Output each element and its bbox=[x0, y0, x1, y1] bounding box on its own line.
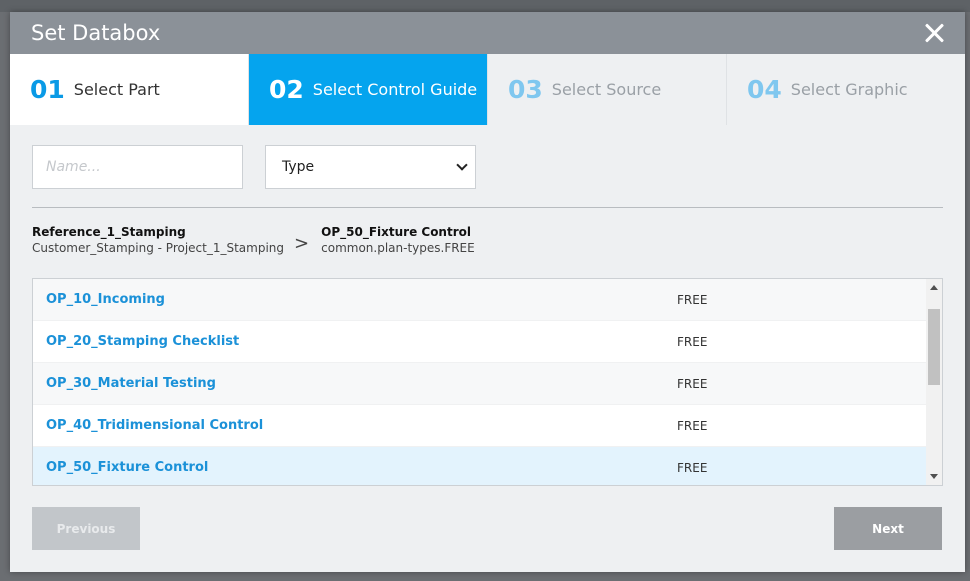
list-item-type: FREE bbox=[677, 334, 708, 349]
step-label: Select Part bbox=[73, 80, 160, 99]
previous-button[interactable]: Previous bbox=[32, 507, 140, 550]
step-number: 01 bbox=[30, 75, 65, 104]
list-item-type: FREE bbox=[677, 460, 708, 475]
step-number: 02 bbox=[269, 75, 304, 104]
divider bbox=[32, 207, 943, 208]
list-item[interactable]: OP_40_Tridimensional Control FREE bbox=[33, 405, 926, 447]
step-label: Select Graphic bbox=[790, 80, 908, 99]
name-search-input[interactable] bbox=[32, 145, 243, 189]
list-item[interactable]: OP_30_Material Testing FREE bbox=[33, 363, 926, 405]
scrollbar-thumb[interactable] bbox=[928, 309, 940, 385]
step-select-graphic[interactable]: 04 Select Graphic bbox=[727, 54, 965, 125]
step-number: 03 bbox=[508, 75, 543, 104]
step-number: 04 bbox=[747, 75, 782, 104]
list-item-name: OP_50_Fixture Control bbox=[46, 460, 209, 475]
background-app-toolbar bbox=[0, 0, 970, 12]
breadcrumb-separator: > bbox=[294, 232, 310, 254]
breadcrumb-guide: OP_50_Fixture Control common.plan-types.… bbox=[321, 224, 475, 256]
step-label: Select Source bbox=[551, 80, 662, 99]
dialog-footer: Previous Next bbox=[32, 507, 942, 550]
list-scrollbar[interactable] bbox=[926, 279, 942, 485]
breadcrumb-guide-title: OP_50_Fixture Control bbox=[321, 225, 471, 239]
type-select[interactable]: Type bbox=[265, 145, 476, 189]
list-item-selected[interactable]: OP_50_Fixture Control FREE bbox=[33, 447, 926, 485]
scroll-up-arrow-icon[interactable] bbox=[930, 285, 938, 290]
list-item-name: OP_30_Material Testing bbox=[46, 376, 216, 391]
type-select-value: Type bbox=[282, 159, 315, 175]
step-select-part[interactable]: 01 Select Part bbox=[10, 54, 249, 125]
list-rows: OP_10_Incoming FREE OP_20_Stamping Check… bbox=[33, 279, 926, 485]
list-item-name: OP_40_Tridimensional Control bbox=[46, 418, 264, 433]
dialog-title: Set Databox bbox=[31, 21, 161, 45]
breadcrumb-guide-subtitle: common.plan-types.FREE bbox=[321, 241, 475, 255]
wizard-steps: 01 Select Part 02 Select Control Guide 0… bbox=[10, 54, 965, 125]
dialog-body: Type Reference_1_Stamping Customer_Stamp… bbox=[10, 125, 965, 572]
list-item[interactable]: OP_20_Stamping Checklist FREE bbox=[33, 321, 926, 363]
breadcrumb-part: Reference_1_Stamping Customer_Stamping -… bbox=[32, 224, 284, 256]
close-icon[interactable] bbox=[923, 22, 945, 44]
list-item-type: FREE bbox=[677, 292, 708, 307]
chevron-down-icon bbox=[456, 158, 468, 171]
breadcrumb-part-title: Reference_1_Stamping bbox=[32, 225, 186, 239]
breadcrumb: Reference_1_Stamping Customer_Stamping -… bbox=[32, 222, 943, 258]
next-button[interactable]: Next bbox=[834, 507, 942, 550]
scroll-down-arrow-icon[interactable] bbox=[930, 474, 938, 479]
list-item-type: FREE bbox=[677, 376, 708, 391]
control-guide-list: OP_10_Incoming FREE OP_20_Stamping Check… bbox=[32, 278, 943, 486]
list-item[interactable]: OP_10_Incoming FREE bbox=[33, 279, 926, 321]
step-label: Select Control Guide bbox=[312, 80, 478, 99]
dialog-header: Set Databox bbox=[10, 12, 965, 54]
step-select-source[interactable]: 03 Select Source bbox=[488, 54, 727, 125]
set-databox-dialog: Set Databox 01 Select Part 02 Select Con… bbox=[10, 12, 965, 572]
step-select-control-guide[interactable]: 02 Select Control Guide bbox=[249, 54, 488, 125]
breadcrumb-part-subtitle: Customer_Stamping - Project_1_Stamping bbox=[32, 241, 285, 255]
filter-bar: Type bbox=[32, 145, 943, 189]
list-item-name: OP_20_Stamping Checklist bbox=[46, 334, 240, 349]
list-item-name: OP_10_Incoming bbox=[46, 292, 165, 307]
list-item-type: FREE bbox=[677, 418, 708, 433]
